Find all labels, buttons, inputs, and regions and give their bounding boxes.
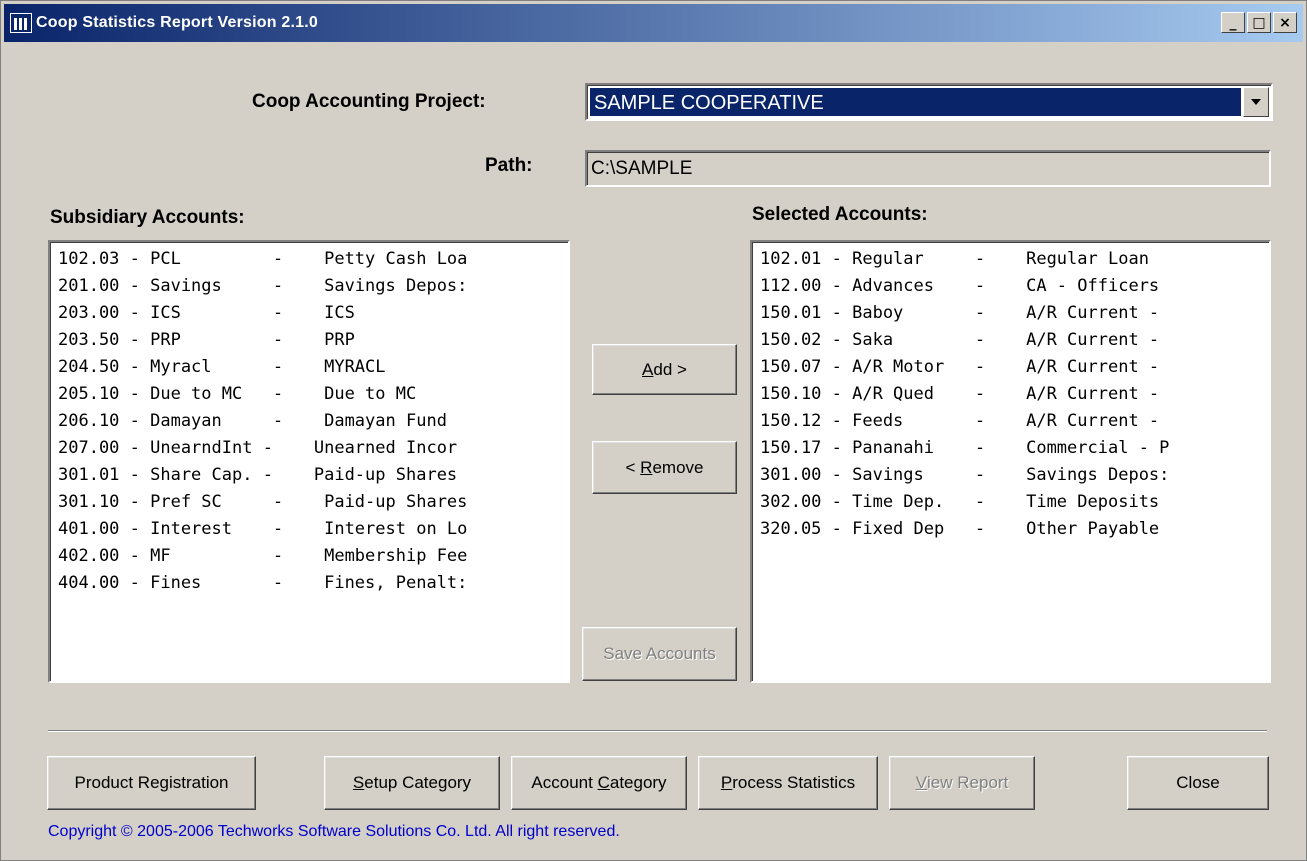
add-button[interactable]: Add >: [592, 344, 737, 395]
list-item[interactable]: 206.10 - Damayan - Damayan Fund: [50, 408, 568, 435]
minimize-button[interactable]: _: [1221, 12, 1245, 33]
window-title: Coop Statistics Report Version 2.1.0: [36, 14, 318, 31]
list-item[interactable]: 301.10 - Pref SC - Paid-up Shares: [50, 489, 568, 516]
list-item[interactable]: 301.00 - Savings - Savings Depos:: [752, 462, 1269, 489]
divider: [48, 730, 1267, 732]
selected-accounts-list[interactable]: 102.01 - Regular - Regular Loan 112.00 -…: [750, 240, 1271, 683]
list-item[interactable]: 207.00 - UnearndInt - Unearned Incor: [50, 435, 568, 462]
view-mnemonic: V: [915, 773, 928, 792]
remove-button[interactable]: < Remove: [592, 441, 737, 494]
account-mnemonic: C: [597, 773, 610, 792]
setup-label: etup Category: [364, 773, 472, 792]
save-accounts-button[interactable]: Save Accounts: [582, 627, 737, 681]
list-item[interactable]: 301.01 - Share Cap. - Paid-up Shares: [50, 462, 568, 489]
list-item[interactable]: 150.02 - Saka - A/R Current -: [752, 327, 1269, 354]
list-item[interactable]: 201.00 - Savings - Savings Depos:: [50, 273, 568, 300]
setup-mnemonic: S: [352, 773, 365, 792]
path-label: Path:: [485, 155, 533, 176]
list-item[interactable]: 102.01 - Regular - Regular Loan: [752, 246, 1269, 273]
close-button[interactable]: Close: [1127, 756, 1269, 810]
remove-mnemonic: R: [640, 457, 653, 477]
list-item[interactable]: 320.05 - Fixed Dep - Other Payable: [752, 516, 1269, 543]
view-label: iew Report: [927, 773, 1009, 792]
view-report-button[interactable]: View Report: [889, 756, 1035, 810]
account-prefix: Account: [531, 773, 598, 792]
list-item[interactable]: 302.00 - Time Dep. - Time Deposits: [752, 489, 1269, 516]
list-item[interactable]: 150.12 - Feeds - A/R Current -: [752, 408, 1269, 435]
main-window: Coop Statistics Report Version 2.1.0 _ □…: [0, 0, 1307, 861]
window-controls: _ □ ×: [1221, 12, 1297, 33]
list-item[interactable]: 150.01 - Baboy - A/R Current -: [752, 300, 1269, 327]
list-item[interactable]: 401.00 - Interest - Interest on Lo: [50, 516, 568, 543]
maximize-button[interactable]: □: [1247, 12, 1271, 33]
list-item[interactable]: 150.10 - A/R Qued - A/R Current -: [752, 381, 1269, 408]
remove-prefix: <: [625, 457, 641, 477]
list-item[interactable]: 203.00 - ICS - ICS: [50, 300, 568, 327]
add-label: dd >: [653, 359, 687, 379]
account-label: ategory: [609, 773, 667, 792]
close-window-button[interactable]: ×: [1273, 12, 1297, 33]
subsidiary-accounts-list[interactable]: 102.03 - PCL - Petty Cash Loa 201.00 - S…: [48, 240, 570, 683]
list-item[interactable]: 150.07 - A/R Motor - A/R Current -: [752, 354, 1269, 381]
project-label: Coop Accounting Project:: [252, 91, 486, 112]
process-label: rocess Statistics: [732, 773, 856, 792]
subsidiary-accounts-label: Subsidiary Accounts:: [50, 207, 245, 228]
list-item[interactable]: 150.17 - Pananahi - Commercial - P: [752, 435, 1269, 462]
list-item[interactable]: 112.00 - Advances - CA - Officers: [752, 273, 1269, 300]
product-registration-button[interactable]: Product Registration: [47, 756, 256, 810]
title-bar[interactable]: Coop Statistics Report Version 2.1.0 _ □…: [4, 4, 1303, 42]
project-selected-value: SAMPLE COOPERATIVE: [590, 88, 1241, 116]
list-item[interactable]: 205.10 - Due to MC - Due to MC: [50, 381, 568, 408]
remove-label: emove: [652, 457, 704, 477]
list-item[interactable]: 102.03 - PCL - Petty Cash Loa: [50, 246, 568, 273]
project-dropdown[interactable]: SAMPLE COOPERATIVE: [585, 83, 1273, 121]
list-item[interactable]: 404.00 - Fines - Fines, Penalt:: [50, 570, 568, 597]
chevron-down-icon[interactable]: [1243, 87, 1269, 117]
list-item[interactable]: 402.00 - MF - Membership Fee: [50, 543, 568, 570]
app-icon: [10, 13, 32, 33]
list-item[interactable]: 204.50 - Myracl - MYRACL: [50, 354, 568, 381]
add-mnemonic: A: [642, 359, 654, 379]
list-item[interactable]: 203.50 - PRP - PRP: [50, 327, 568, 354]
path-field: C:\SAMPLE: [585, 150, 1271, 187]
account-category-button[interactable]: Account Category: [511, 756, 687, 810]
process-statistics-button[interactable]: Process Statistics: [698, 756, 878, 810]
process-mnemonic: P: [720, 773, 733, 792]
selected-accounts-label: Selected Accounts:: [752, 204, 928, 225]
copyright-text: Copyright © 2005-2006 Techworks Software…: [48, 823, 620, 840]
setup-category-button[interactable]: Setup Category: [324, 756, 500, 810]
